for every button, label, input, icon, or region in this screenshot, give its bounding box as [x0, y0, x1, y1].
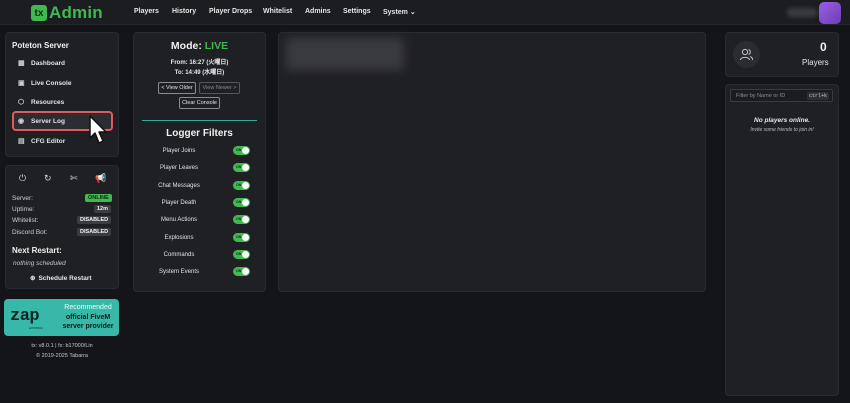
mode-title: Mode: LIVE [133, 40, 266, 52]
username-blurred[interactable] [787, 8, 817, 17]
filter-label: Player Death [161, 200, 197, 206]
restart-icon[interactable]: ↻ [44, 173, 52, 184]
filter-placeholder: Filter by Name or ID [736, 93, 786, 99]
server-name: Poteton Server [12, 41, 69, 50]
toggle-on-label: ON [236, 148, 242, 152]
filter-label: Explosions [164, 235, 194, 241]
puzzle-icon: ⬡ [18, 98, 25, 106]
kick-all-icon[interactable]: ✄ [70, 173, 78, 184]
toggle-on-label: ON [236, 200, 242, 204]
clock-icon: ⊕ [30, 275, 36, 282]
logger-filters-title: Logger Filters [166, 128, 233, 139]
filter-label: Player Leaves [159, 165, 199, 171]
zap-logo: zap [10, 307, 40, 326]
mode-label: Mode: [170, 40, 202, 52]
zap-hosting-banner[interactable]: zap HOSTING Recommended official FiveM s… [4, 299, 119, 336]
invite-message: Invite some friends to join in! [750, 127, 814, 133]
zap-line-2: official FiveM [65, 313, 111, 321]
players-label: Players [802, 58, 829, 67]
schedule-restart-button[interactable]: ⊕ Schedule Restart [30, 274, 92, 283]
uptime-label: Uptime: [12, 206, 35, 213]
eye-icon: ◉ [18, 117, 25, 125]
sidebar-item-live-console[interactable]: ▣ Live Console [14, 75, 114, 91]
toggle-on-label: ON [236, 269, 242, 273]
nav-players[interactable]: Players [134, 8, 159, 15]
version-info: tx: v8.0.1 | fx: b17000/Lin [31, 343, 93, 349]
toggle-chat-messages[interactable]: ON [233, 181, 250, 190]
divider [142, 120, 257, 121]
sidebar-item-dashboard[interactable]: ▦ Dashboard [14, 55, 114, 71]
nav-history[interactable]: History [172, 8, 196, 15]
sidebar-item-label: Resources [31, 98, 65, 106]
sidebar-item-label: Dashboard [31, 59, 65, 67]
log-from: From: 16:27 (火曜日) [170, 60, 229, 66]
filter-label: Chat Messages [158, 183, 200, 189]
logo-text: Admin [49, 3, 103, 22]
no-players-message: No players online. [754, 117, 810, 124]
file-icon: ▤ [18, 137, 25, 145]
zap-text: Recommended official FiveM server provid… [57, 303, 119, 332]
filter-label: System Events [158, 269, 199, 275]
schedule-restart-label: Schedule Restart [38, 274, 92, 282]
mouse-cursor-icon [89, 115, 107, 144]
toggle-menu-actions[interactable]: ON [233, 215, 250, 224]
sidebar-item-label: Live Console [31, 79, 72, 87]
toggle-commands[interactable]: ON [233, 250, 250, 259]
toggle-player-joins[interactable]: ON [233, 146, 250, 155]
zap-logo-sub: HOSTING [29, 326, 43, 330]
uptime-badge: 12m [94, 205, 112, 213]
toggle-on-label: ON [236, 165, 242, 169]
nav-system[interactable]: System ⌄ [383, 8, 416, 16]
toggle-explosions[interactable]: ON [233, 233, 250, 242]
whitelist-badge: DISABLED [77, 216, 112, 224]
txadmin-logo[interactable]: tx Admin [31, 3, 103, 23]
toggle-system-events[interactable]: ON [233, 267, 250, 276]
dashboard-icon: ▦ [18, 59, 25, 67]
blurred-log-content [286, 38, 404, 70]
filter-label: Menu Actions [160, 217, 198, 223]
players-icon [733, 41, 760, 68]
zap-line-3: server provider [62, 323, 114, 330]
nav-whitelist[interactable]: Whitelist [263, 8, 292, 15]
player-filter-input[interactable]: Filter by Name or ID ctrl+k [730, 89, 833, 102]
terminal-icon: ▣ [18, 79, 25, 87]
discord-badge: DISABLED [77, 228, 112, 236]
copyright: © 2019-2025 Tabarra [36, 353, 88, 359]
log-to: To: 14:49 (水曜日) [174, 70, 225, 76]
toggle-on-label: ON [236, 252, 242, 256]
sidebar-item-label: Server Log [31, 117, 65, 125]
toggle-player-death[interactable]: ON [233, 198, 250, 207]
server-label: Server: [12, 195, 33, 202]
sidebar-item-label: CFG Editor [31, 137, 66, 145]
server-status-badge: ONLINE [85, 194, 112, 202]
view-newer-button[interactable]: View Newer > [199, 82, 240, 94]
users-icon [740, 48, 754, 61]
view-older-button[interactable]: < View Older [158, 82, 196, 94]
nav-settings[interactable]: Settings [343, 8, 371, 15]
stop-icon[interactable]: ⏻ [19, 173, 26, 184]
toggle-on-label: ON [236, 217, 242, 221]
toggle-player-leaves[interactable]: ON [233, 163, 250, 172]
filter-label: Player Joins [162, 148, 196, 154]
next-restart-value: nothing scheduled [13, 260, 66, 267]
nav-admins[interactable]: Admins [305, 8, 331, 15]
player-count: 0 [820, 40, 827, 54]
filter-shortcut: ctrl+k [806, 92, 829, 100]
nav-player-drops[interactable]: Player Drops [209, 8, 252, 15]
announce-icon[interactable]: 📢 [95, 173, 106, 184]
logo-mark: tx [31, 5, 47, 21]
whitelist-label: Whitelist: [12, 217, 39, 224]
discord-label: Discord Bot: [12, 229, 48, 236]
toggle-on-label: ON [236, 235, 242, 239]
toggle-on-label: ON [236, 183, 242, 187]
clear-console-button[interactable]: Clear Console [179, 97, 220, 109]
filter-label: Commands [163, 252, 195, 258]
mode-value: LIVE [204, 40, 229, 52]
top-navbar: tx Admin Players History Player Drops Wh… [0, 0, 850, 25]
log-output-panel[interactable] [278, 32, 706, 292]
avatar[interactable] [819, 2, 841, 24]
next-restart-title: Next Restart: [12, 246, 62, 255]
sidebar-item-resources[interactable]: ⬡ Resources [14, 94, 114, 110]
zap-line-1: Recommended [64, 304, 112, 311]
